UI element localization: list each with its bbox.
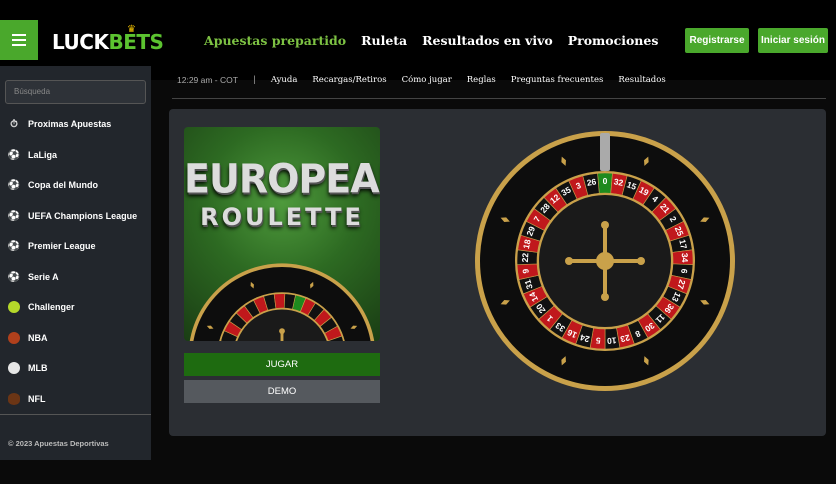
sub-nav: 12:29 am - COT | Ayuda Recargas/Retiros …: [177, 75, 666, 85]
soccer-ball-icon: ⚽: [7, 240, 21, 252]
soccer-ball-icon: ⚽: [7, 210, 21, 222]
sidebar-item-label: UEFA Champions League: [28, 211, 138, 221]
tennis-ball-icon: [8, 301, 20, 313]
stopwatch-icon: ⏱: [10, 118, 18, 130]
logo-luck: LUCK: [52, 30, 109, 54]
sidebar-item-nfl[interactable]: NFL: [8, 393, 46, 405]
divider: [172, 98, 826, 99]
wheel-number: 10: [606, 335, 617, 346]
crown-icon: ♛: [127, 24, 136, 35]
subnav-recargas[interactable]: Recargas/Retiros: [312, 75, 386, 85]
thumbnail-wheel: [189, 263, 375, 341]
nav-prepartido[interactable]: Apuestas prepartido: [204, 33, 346, 48]
soccer-ball-icon: ⚽: [7, 179, 21, 191]
copyright: © 2023 Apuestas Deportivas: [8, 439, 109, 448]
sidebar-item-label: Challenger: [28, 302, 75, 312]
subnav-reglas[interactable]: Reglas: [467, 75, 496, 85]
sidebar-item-label: NBA: [28, 333, 48, 343]
subnav-faq[interactable]: Preguntas frecuentes: [511, 75, 604, 85]
wheel-turret-hub: [596, 252, 614, 270]
wheel-turret-knob: [565, 257, 573, 265]
sidebar-item-label: Serie A: [28, 272, 59, 282]
sidebar-item-mlb[interactable]: MLB: [8, 362, 48, 374]
thumb-wheel-turret-knob: [279, 328, 285, 334]
sidebar-item-serie-a[interactable]: ⚽ Serie A: [8, 271, 59, 283]
subnav-ayuda[interactable]: Ayuda: [271, 75, 298, 85]
play-button[interactable]: JUGAR: [184, 353, 380, 376]
football-icon: [8, 393, 20, 405]
separator: |: [252, 75, 256, 85]
wheel-turret-knob: [601, 293, 609, 301]
wheel-turret-knob: [637, 257, 645, 265]
sidebar-item-label: Proximas Apuestas: [28, 119, 112, 129]
wheel-pointer: [600, 133, 610, 171]
game-thumbnail[interactable]: EUROPEAN ROULETTE: [184, 127, 380, 341]
sidebar-item-premier[interactable]: ⚽ Premier League: [8, 240, 96, 252]
wheel-number: 32: [613, 176, 624, 188]
sidebar-item-label: NFL: [28, 394, 46, 404]
clock: 12:29 am - COT: [177, 75, 238, 85]
roulette-wheel: 0 32 15 19421225173462713361130823105241633…: [475, 131, 735, 391]
sidebar-divider: [0, 414, 151, 415]
sidebar-item-copa-del-mundo[interactable]: ⚽ Copa del Mundo: [8, 179, 98, 191]
register-button[interactable]: Registrarse: [685, 28, 749, 53]
logo[interactable]: LUCKBETS: [52, 30, 164, 54]
sidebar-item-proximas[interactable]: ⏱ Proximas Apuestas: [8, 118, 111, 130]
wheel-number: 0: [603, 176, 608, 186]
subnav-como-jugar[interactable]: Cómo jugar: [402, 75, 452, 85]
menu-icon[interactable]: [0, 20, 38, 60]
wheel-number: 26: [586, 176, 597, 188]
sidebar-item-laliga[interactable]: ⚽ LaLiga: [8, 149, 57, 161]
sidebar-item-nba[interactable]: NBA: [8, 332, 48, 344]
basketball-icon: [8, 332, 20, 344]
demo-button[interactable]: DEMO: [184, 380, 380, 403]
nav-promociones[interactable]: Promociones: [568, 33, 659, 48]
sidebar-item-challenger[interactable]: Challenger: [8, 301, 75, 313]
main-nav: Apuestas prepartido Ruleta Resultados en…: [204, 33, 658, 48]
nav-resultados-en-vivo[interactable]: Resultados en vivo: [422, 33, 553, 48]
wheel-number: 22: [520, 252, 530, 262]
wheel-turret-knob: [601, 221, 609, 229]
sidebar-item-label: Premier League: [28, 241, 96, 251]
baseball-icon: [8, 362, 20, 374]
search-input[interactable]: Búsqueda: [5, 80, 146, 104]
sidebar-item-label: Copa del Mundo: [28, 180, 98, 190]
soccer-ball-icon: ⚽: [7, 271, 21, 283]
login-button[interactable]: Iniciar sesión: [758, 28, 828, 53]
sidebar-item-label: LaLiga: [28, 150, 58, 160]
subnav-resultados[interactable]: Resultados: [618, 75, 665, 85]
sidebar-item-label: MLB: [28, 363, 48, 373]
sidebar: Búsqueda ⏱ Proximas Apuestas ⚽ LaLiga ⚽ Cop…: [0, 66, 151, 460]
soccer-ball-icon: ⚽: [7, 149, 21, 161]
sidebar-item-champions[interactable]: ⚽ UEFA Champions League: [8, 210, 137, 222]
wheel-number: 34: [680, 253, 690, 263]
thumb-wheel-pocket: [273, 293, 286, 309]
nav-ruleta[interactable]: Ruleta: [361, 33, 407, 48]
